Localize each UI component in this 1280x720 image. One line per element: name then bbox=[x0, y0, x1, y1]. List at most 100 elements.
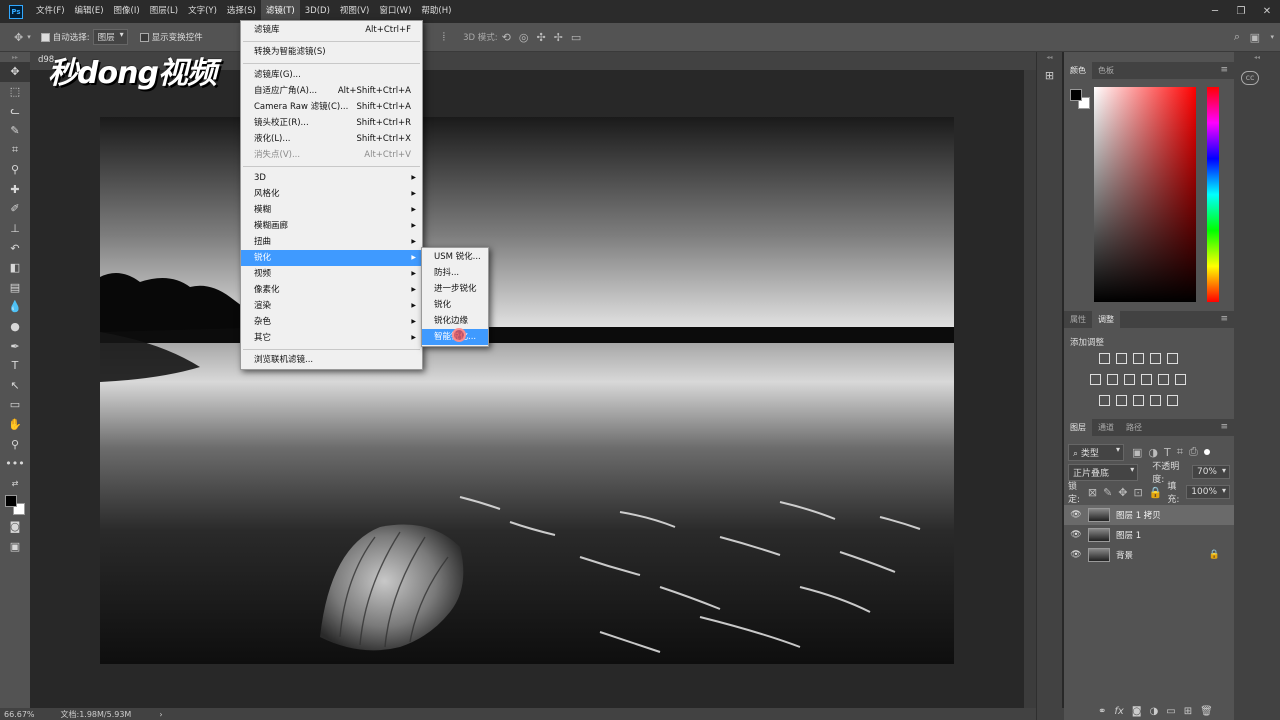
healing-brush-tool-icon[interactable]: ✚ bbox=[0, 180, 30, 200]
submenu-item-shake-reduction[interactable]: 防抖... bbox=[422, 265, 488, 281]
pixel-filter-icon[interactable]: ▣ bbox=[1132, 446, 1142, 459]
history-icon[interactable]: ⊞ bbox=[1037, 69, 1062, 82]
visibility-eye-icon[interactable]: 👁 bbox=[1068, 530, 1084, 540]
new-layer-icon[interactable]: ⊞ bbox=[1184, 706, 1192, 717]
restore-icon[interactable]: ❐ bbox=[1228, 0, 1254, 23]
opacity-field[interactable]: 70% bbox=[1191, 465, 1230, 479]
menu-item-blur[interactable]: 模糊 ▶ bbox=[241, 202, 422, 218]
submenu-item-sharpen[interactable]: 锐化 bbox=[422, 297, 488, 313]
pen-tool-icon[interactable]: ✒ bbox=[0, 336, 30, 356]
rectangle-tool-icon[interactable]: ▭ bbox=[0, 395, 30, 415]
clone-stamp-tool-icon[interactable]: ⊥ bbox=[0, 219, 30, 239]
smart-object-filter-icon[interactable]: ⎙ bbox=[1189, 445, 1198, 459]
eyedropper-tool-icon[interactable]: ⚲ bbox=[0, 160, 30, 180]
artboard-lock-icon[interactable]: ⊡ bbox=[1134, 486, 1143, 499]
quick-select-tool-icon[interactable]: ✎ bbox=[0, 121, 30, 141]
orbit-3d-icon[interactable]: ⟲ bbox=[502, 31, 511, 44]
menu-item-pixelate[interactable]: 像素化 ▶ bbox=[241, 282, 422, 298]
lasso-tool-icon[interactable]: ᓚ bbox=[0, 101, 30, 121]
fill-field[interactable]: 100% bbox=[1186, 485, 1230, 499]
menu-type[interactable]: 文字(Y) bbox=[183, 0, 222, 23]
layer-row[interactable]: 👁 背景 🔒 bbox=[1064, 545, 1234, 565]
shape-filter-icon[interactable]: ⌗ bbox=[1177, 445, 1183, 459]
trash-icon[interactable]: 🗑 bbox=[1200, 706, 1213, 717]
fx-icon[interactable]: fx bbox=[1114, 706, 1123, 717]
color-swatches-icon[interactable] bbox=[0, 493, 30, 517]
tab-color[interactable]: 颜色 bbox=[1064, 62, 1092, 79]
menu-item-render[interactable]: 渲染 ▶ bbox=[241, 298, 422, 314]
tab-paths[interactable]: 路径 bbox=[1120, 419, 1148, 436]
swap-colors-icon[interactable]: ⇄ bbox=[0, 473, 30, 493]
channel-mixer-icon[interactable] bbox=[1158, 374, 1169, 385]
hand-tool-icon[interactable]: ✋ bbox=[0, 415, 30, 435]
filter-toggle-icon[interactable] bbox=[1203, 449, 1210, 455]
dodge-tool-icon[interactable]: ● bbox=[0, 317, 30, 337]
document-image[interactable] bbox=[100, 117, 954, 664]
photo-filter-icon[interactable] bbox=[1141, 374, 1152, 385]
brush-tool-icon[interactable]: ✐ bbox=[0, 199, 30, 219]
color-lookup-icon[interactable] bbox=[1175, 374, 1186, 385]
color-swatches-icon[interactable] bbox=[1070, 89, 1090, 109]
quick-mask-icon[interactable]: ◙ bbox=[0, 517, 30, 537]
menu-item-blur-gallery[interactable]: 模糊画廊 ▶ bbox=[241, 218, 422, 234]
layer-row[interactable]: 👁 图层 1 bbox=[1064, 525, 1234, 545]
minimize-icon[interactable]: ─ bbox=[1202, 0, 1228, 23]
submenu-item-sharpen-edges[interactable]: 锐化边缘 bbox=[422, 313, 488, 329]
visibility-eye-icon[interactable]: 👁 bbox=[1068, 510, 1084, 520]
menu-item-last-filter[interactable]: 滤镜库 Alt+Ctrl+F bbox=[241, 22, 422, 38]
menu-item-camera-raw[interactable]: Camera Raw 滤镜(C)... Shift+Ctrl+A bbox=[241, 99, 422, 115]
zoom-tool-icon[interactable]: ⚲ bbox=[0, 434, 30, 454]
path-select-tool-icon[interactable]: ↖ bbox=[0, 376, 30, 396]
menu-item-browse-online[interactable]: 浏览联机滤镜... bbox=[241, 352, 422, 368]
menu-file[interactable]: 文件(F) bbox=[31, 0, 70, 23]
layer-row[interactable]: 👁 图层 1 拷贝 bbox=[1064, 505, 1234, 525]
new-group-icon[interactable]: ▭ bbox=[1166, 706, 1175, 717]
exposure-icon[interactable] bbox=[1150, 353, 1161, 364]
lock-position-icon[interactable]: ✥ bbox=[1118, 486, 1127, 499]
more-tools-icon[interactable]: ••• bbox=[0, 454, 30, 474]
canvas-vertical-scrollbar[interactable] bbox=[1024, 70, 1036, 708]
tab-channels[interactable]: 通道 bbox=[1092, 419, 1120, 436]
invert-icon[interactable] bbox=[1099, 395, 1110, 406]
distribute-icon[interactable]: ⦙ bbox=[443, 30, 445, 44]
selective-color-icon[interactable] bbox=[1150, 395, 1161, 406]
color-balance-icon[interactable] bbox=[1107, 374, 1118, 385]
marquee-tool-icon[interactable]: ⬚ bbox=[0, 82, 30, 102]
search-icon[interactable]: ⌕ bbox=[1234, 30, 1240, 44]
threshold-icon[interactable] bbox=[1133, 395, 1144, 406]
black-white-icon[interactable] bbox=[1124, 374, 1135, 385]
menu-item-other[interactable]: 其它 ▶ bbox=[241, 330, 422, 346]
zoom-level[interactable]: 66.67% bbox=[4, 710, 35, 719]
blend-mode-select[interactable]: 正片叠底 bbox=[1068, 463, 1139, 481]
menu-item-filter-gallery[interactable]: 滤镜库(G)... bbox=[241, 67, 422, 83]
color-picker-field[interactable] bbox=[1094, 87, 1196, 302]
visibility-eye-icon[interactable]: 👁 bbox=[1068, 550, 1084, 560]
type-filter-icon[interactable]: T bbox=[1164, 446, 1171, 459]
tab-properties[interactable]: 属性 bbox=[1064, 311, 1092, 328]
levels-icon[interactable] bbox=[1116, 353, 1127, 364]
add-mask-icon[interactable]: ◙ bbox=[1132, 706, 1142, 717]
chevron-down-icon[interactable]: ▾ bbox=[27, 33, 31, 41]
menu-item-lens-correction[interactable]: 镜头校正(R)... Shift+Ctrl+R bbox=[241, 115, 422, 131]
menu-image[interactable]: 图像(I) bbox=[109, 0, 145, 23]
hue-saturation-icon[interactable] bbox=[1090, 374, 1101, 385]
camera-3d-icon[interactable]: ▭ bbox=[571, 31, 581, 44]
menu-item-stylize[interactable]: 风格化 ▶ bbox=[241, 186, 422, 202]
adjustment-filter-icon[interactable]: ◑ bbox=[1148, 446, 1158, 459]
blur-tool-icon[interactable]: 💧 bbox=[0, 297, 30, 317]
menu-item-noise[interactable]: 杂色 ▶ bbox=[241, 314, 422, 330]
tab-swatches[interactable]: 色板 bbox=[1092, 62, 1120, 79]
slide-3d-icon[interactable]: ✢ bbox=[554, 31, 563, 44]
vibrance-icon[interactable] bbox=[1167, 353, 1178, 364]
screen-mode-icon[interactable]: ▣ bbox=[0, 537, 30, 557]
posterize-icon[interactable] bbox=[1116, 395, 1127, 406]
crop-tool-icon[interactable]: ⌗ bbox=[0, 140, 30, 160]
layer-group-select[interactable]: 图层 bbox=[92, 29, 128, 45]
tab-layers[interactable]: 图层 bbox=[1064, 419, 1092, 436]
type-tool-icon[interactable]: T bbox=[0, 356, 30, 376]
curves-icon[interactable] bbox=[1133, 353, 1144, 364]
libraries-icon[interactable]: cc bbox=[1241, 71, 1259, 85]
panel-menu-icon[interactable]: ≡ bbox=[1220, 314, 1228, 324]
menu-edit[interactable]: 编辑(E) bbox=[70, 0, 109, 23]
close-icon[interactable]: ✕ bbox=[1254, 0, 1280, 23]
